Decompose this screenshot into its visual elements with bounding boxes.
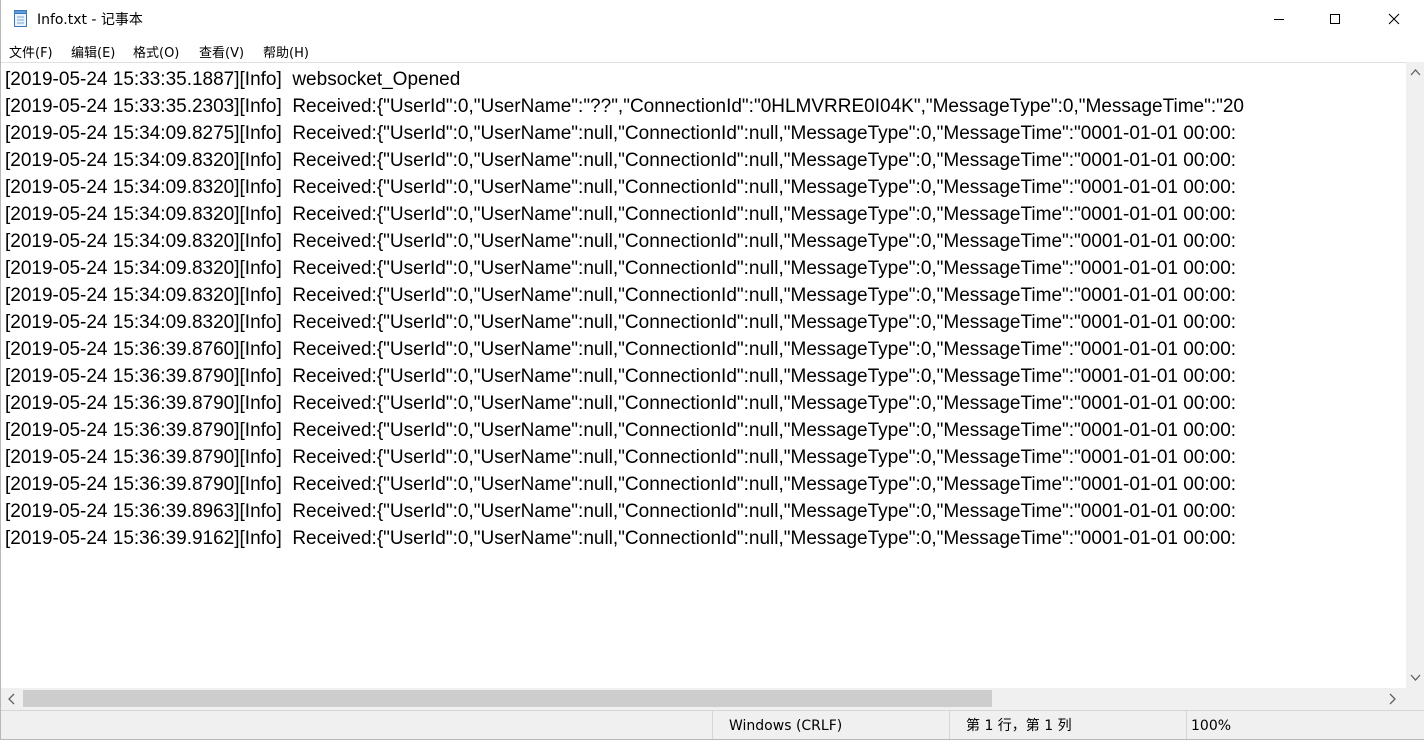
text-line: [2019-05-24 15:36:39.8760][Info] Receive… — [5, 339, 1237, 360]
maximize-icon — [1330, 14, 1340, 24]
minimize-icon — [1274, 19, 1284, 20]
horizontal-scroll-thumb[interactable] — [23, 690, 992, 707]
vertical-scrollbar[interactable] — [1406, 62, 1424, 688]
notepad-icon — [13, 10, 29, 28]
text-line: [2019-05-24 15:34:09.8275][Info] Receive… — [5, 123, 1237, 144]
text-line: [2019-05-24 15:34:09.8320][Info] Receive… — [5, 231, 1237, 252]
text-line: [2019-05-24 15:36:39.9162][Info] Receive… — [5, 528, 1237, 549]
menu-help[interactable]: 帮助(H) — [263, 42, 309, 61]
text-line: [2019-05-24 15:36:39.8963][Info] Receive… — [5, 501, 1237, 522]
menu-format[interactable]: 格式(O) — [133, 42, 179, 61]
status-position: 第 1 行，第 1 列 — [949, 711, 1186, 739]
menu-view[interactable]: 查看(V) — [199, 42, 244, 61]
menu-bar: 文件(F) 编辑(E) 格式(O) 查看(V) 帮助(H) — [1, 38, 1424, 62]
minimize-button[interactable] — [1250, 0, 1308, 38]
text-line: [2019-05-24 15:34:09.8320][Info] Receive… — [5, 312, 1237, 333]
text-line: [2019-05-24 15:33:35.1887][Info] websock… — [5, 69, 461, 90]
text-line: [2019-05-24 15:34:09.8320][Info] Receive… — [5, 150, 1237, 171]
status-zoom: 100% — [1186, 711, 1391, 739]
scroll-down-arrow-icon[interactable] — [1410, 674, 1421, 682]
text-line: [2019-05-24 15:34:09.8320][Info] Receive… — [5, 258, 1237, 279]
maximize-button[interactable] — [1306, 0, 1364, 38]
window-title: Info.txt - 记事本 — [37, 12, 143, 28]
text-line: [2019-05-24 15:33:35.2303][Info] Receive… — [5, 96, 1244, 117]
scroll-right-arrow-icon[interactable] — [1386, 693, 1398, 705]
close-icon — [1388, 13, 1400, 25]
text-editor[interactable]: [2019-05-24 15:33:35.1887][Info] websock… — [1, 62, 1406, 689]
text-line: [2019-05-24 15:34:09.8320][Info] Receive… — [5, 285, 1237, 306]
text-line: [2019-05-24 15:34:09.8320][Info] Receive… — [5, 177, 1237, 198]
text-line: [2019-05-24 15:34:09.8320][Info] Receive… — [5, 204, 1237, 225]
status-bar: Windows (CRLF) 第 1 行，第 1 列 100% — [1, 710, 1424, 739]
text-line: [2019-05-24 15:36:39.8790][Info] Receive… — [5, 366, 1237, 387]
menu-file[interactable]: 文件(F) — [9, 42, 53, 61]
horizontal-scrollbar[interactable] — [1, 688, 1406, 710]
notepad-window: Info.txt - 记事本 文件(F) 编辑(E) 格式(O) 查看(V) 帮… — [0, 0, 1424, 740]
status-encoding: Windows (CRLF) — [712, 711, 949, 739]
text-line: [2019-05-24 15:36:39.8790][Info] Receive… — [5, 474, 1237, 495]
scroll-up-arrow-icon[interactable] — [1410, 68, 1421, 76]
menu-edit[interactable]: 编辑(E) — [71, 42, 115, 61]
text-line: [2019-05-24 15:36:39.8790][Info] Receive… — [5, 420, 1237, 441]
scroll-left-arrow-icon[interactable] — [6, 693, 18, 705]
close-button[interactable] — [1365, 0, 1423, 38]
text-content: [2019-05-24 15:33:35.1887][Info] websock… — [5, 66, 1244, 552]
title-bar[interactable]: Info.txt - 记事本 — [1, 0, 1424, 38]
text-line: [2019-05-24 15:36:39.8790][Info] Receive… — [5, 447, 1237, 468]
scrollbar-corner — [1406, 688, 1424, 710]
text-line: [2019-05-24 15:36:39.8790][Info] Receive… — [5, 393, 1237, 414]
